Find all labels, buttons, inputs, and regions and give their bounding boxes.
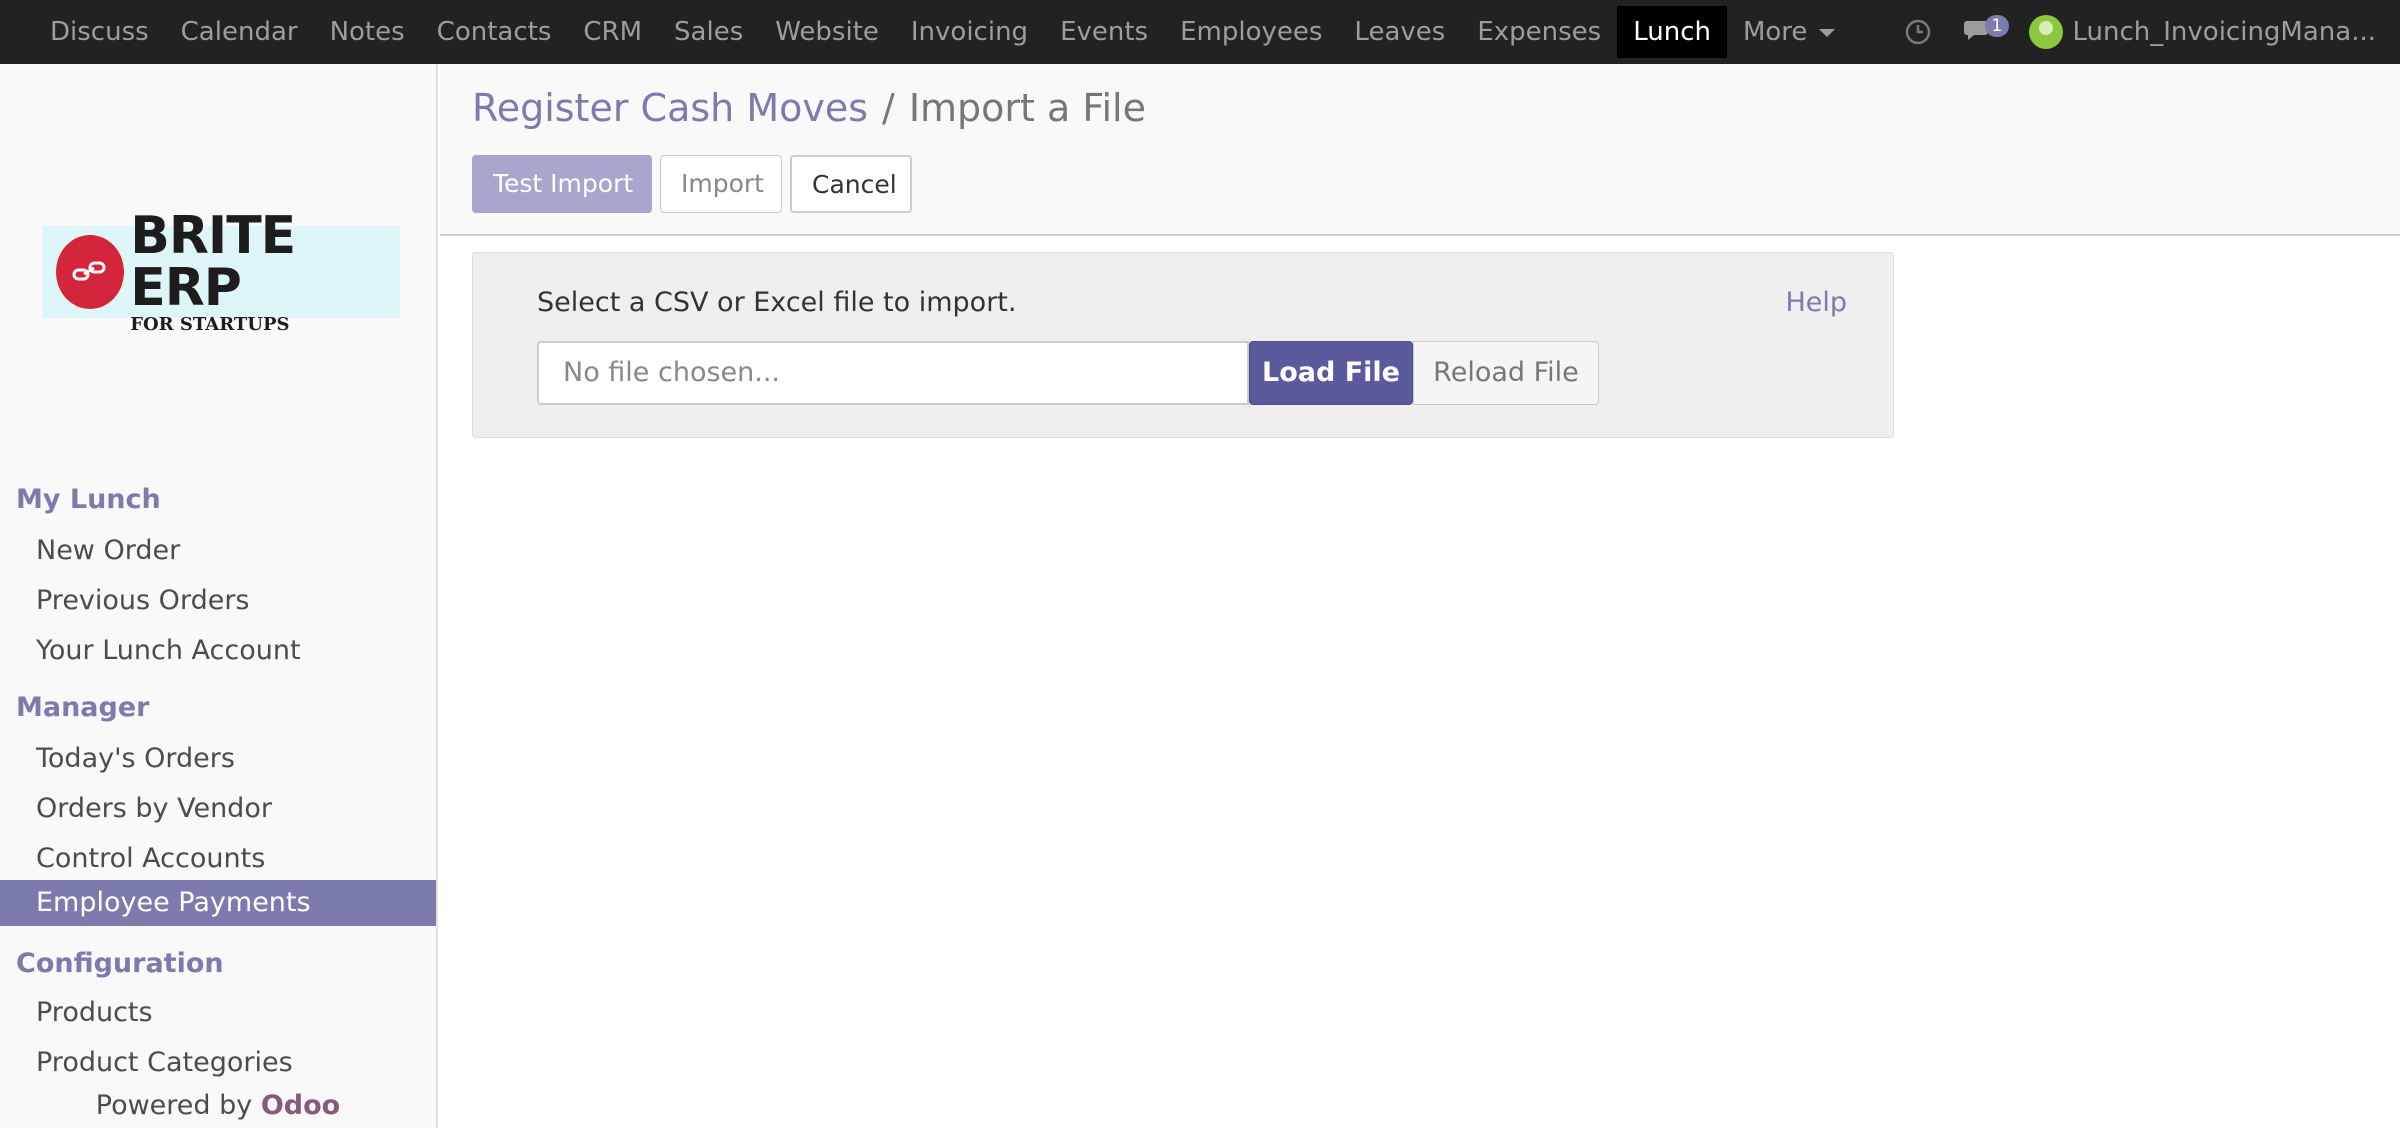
- app-website[interactable]: Website: [759, 6, 895, 58]
- import-file-panel: Select a CSV or Excel file to import. He…: [472, 252, 1894, 438]
- powered-by-label: Powered by: [95, 1090, 253, 1121]
- section-my-lunch: My Lunch: [16, 484, 161, 515]
- reload-file-button[interactable]: Reload File: [1413, 341, 1599, 405]
- breadcrumb-separator: /: [882, 86, 895, 130]
- activity-clock-icon[interactable]: [1905, 19, 1931, 45]
- systray: 1 Lunch_InvoicingMana...: [1905, 0, 2400, 64]
- menu-product-categories[interactable]: Product Categories: [0, 1040, 436, 1086]
- user-menu[interactable]: Lunch_InvoicingMana...: [2073, 17, 2400, 47]
- menu-your-lunch-account[interactable]: Your Lunch Account: [0, 628, 436, 674]
- more-label: More: [1742, 17, 1808, 47]
- menu-previous-orders[interactable]: Previous Orders: [0, 578, 436, 624]
- app-expenses[interactable]: Expenses: [1461, 6, 1617, 58]
- odoo-link[interactable]: Odoo: [261, 1090, 340, 1121]
- app-invoicing[interactable]: Invoicing: [895, 6, 1044, 58]
- sidebar: BRITE ERP FOR STARTUPS My Lunch New Orde…: [0, 64, 438, 1128]
- app-discuss[interactable]: Discuss: [34, 6, 165, 58]
- cancel-button[interactable]: Cancel: [790, 155, 912, 213]
- app-notes[interactable]: Notes: [314, 6, 421, 58]
- company-logo: BRITE ERP FOR STARTUPS: [42, 210, 400, 334]
- section-configuration: Configuration: [16, 948, 224, 979]
- control-panel: Register Cash Moves / Import a File Test I…: [440, 64, 2400, 236]
- app-employees[interactable]: Employees: [1164, 6, 1338, 58]
- app-menu: Discuss Calendar Notes Contacts CRM Sale…: [0, 0, 1851, 64]
- app-crm[interactable]: CRM: [567, 6, 658, 58]
- logo-tagline: FOR STARTUPS: [130, 314, 290, 335]
- logo-mark-icon: [56, 235, 125, 309]
- top-navbar: Discuss Calendar Notes Contacts CRM Sale…: [0, 0, 2400, 64]
- test-import-button[interactable]: Test Import: [472, 155, 652, 213]
- app-lunch[interactable]: Lunch: [1617, 6, 1727, 58]
- menu-products[interactable]: Products: [0, 990, 436, 1036]
- help-link[interactable]: Help: [1785, 287, 1847, 318]
- menu-new-order[interactable]: New Order: [0, 528, 436, 574]
- section-manager: Manager: [16, 692, 150, 723]
- user-avatar[interactable]: [2028, 15, 2063, 49]
- breadcrumb-current: Import a File: [908, 86, 1146, 130]
- app-sales[interactable]: Sales: [658, 6, 759, 58]
- logo-brand: BRITE ERP: [130, 206, 296, 318]
- app-contacts[interactable]: Contacts: [421, 6, 568, 58]
- import-instruction: Select a CSV or Excel file to import.: [537, 287, 1017, 318]
- breadcrumb: Register Cash Moves / Import a File: [472, 86, 1146, 130]
- messaging-menu[interactable]: 1: [1963, 15, 2010, 47]
- more-menu[interactable]: More: [1727, 6, 1851, 58]
- menu-control-accounts[interactable]: Control Accounts: [0, 836, 436, 882]
- menu-employee-payments[interactable]: Employee Payments: [0, 880, 436, 926]
- load-file-button[interactable]: Load File: [1249, 341, 1413, 405]
- file-name-field[interactable]: No file chosen...: [537, 341, 1249, 405]
- powered-by: Powered by Odoo: [0, 1090, 436, 1121]
- app-leaves[interactable]: Leaves: [1338, 6, 1461, 58]
- breadcrumb-parent[interactable]: Register Cash Moves: [472, 86, 868, 130]
- menu-todays-orders[interactable]: Today's Orders: [0, 736, 436, 782]
- caret-down-icon: [1819, 28, 1836, 37]
- app-events[interactable]: Events: [1044, 6, 1164, 58]
- app-calendar[interactable]: Calendar: [165, 6, 314, 58]
- unread-badge: 1: [1984, 15, 2010, 37]
- menu-orders-by-vendor[interactable]: Orders by Vendor: [0, 786, 436, 832]
- import-button[interactable]: Import: [660, 155, 782, 213]
